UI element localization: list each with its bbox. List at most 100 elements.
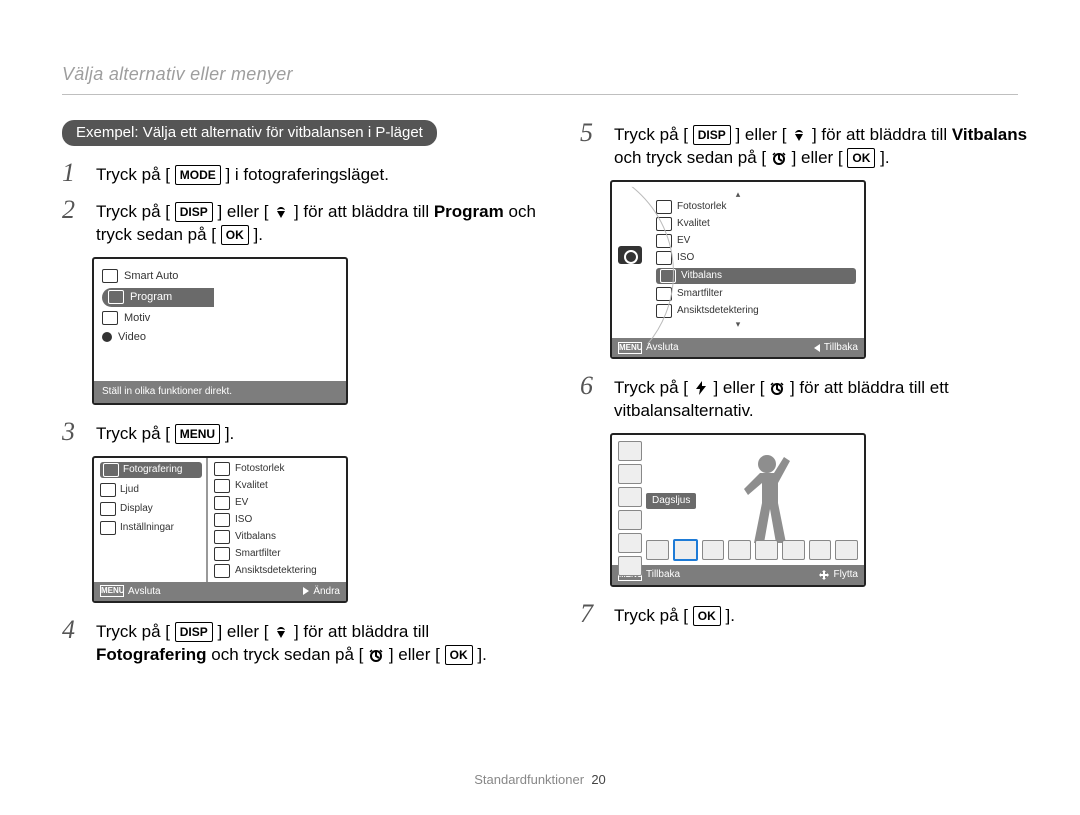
- sound-icon: [100, 483, 116, 497]
- side-cell: [618, 464, 642, 484]
- list-item: EV: [677, 234, 690, 248]
- footer-right: Flytta: [834, 568, 858, 582]
- list-item: Kvalitet: [677, 217, 710, 231]
- photosize-icon: [214, 462, 230, 476]
- step-7: 7 Tryck på [ OK ].: [580, 601, 1054, 628]
- wb-option: [728, 540, 751, 560]
- camera-icon: [103, 463, 119, 477]
- mode-item-selected: Program: [130, 290, 172, 305]
- wb-option: [755, 540, 778, 560]
- menu-button-label: MENU: [175, 424, 220, 444]
- side-cell: [618, 441, 642, 461]
- list-item: Smartfilter: [677, 287, 723, 301]
- step-number: 1: [62, 160, 90, 186]
- wb-option: [835, 540, 858, 560]
- step-text: ] eller [: [389, 645, 440, 664]
- mode-item: Motiv: [124, 311, 150, 326]
- iso-icon: [214, 513, 230, 527]
- ok-button-label: OK: [445, 645, 473, 665]
- footer-left: Avsluta: [646, 341, 679, 355]
- list-item: Ansiktsdetektering: [677, 304, 759, 318]
- header-rule: [62, 94, 1018, 95]
- wb-icon: [214, 530, 230, 544]
- side-cell: [618, 510, 642, 530]
- smartfilter-icon: [214, 547, 230, 561]
- step-number: 3: [62, 419, 90, 445]
- step-text: ] eller [: [792, 148, 843, 167]
- list-item: ISO: [677, 251, 694, 265]
- step-text: ] eller [: [735, 125, 786, 144]
- step-number: 6: [580, 373, 608, 399]
- step-text: ] i fotograferingsläget.: [225, 165, 388, 184]
- wb-option: [782, 540, 805, 560]
- side-cell: [618, 556, 642, 576]
- footer-section: Standardfunktioner: [474, 772, 584, 787]
- step-4: 4 Tryck på [ DISP ] eller [ ] för att bl…: [62, 617, 536, 667]
- step-text: ] eller [: [713, 378, 764, 397]
- program-icon: [108, 290, 124, 304]
- step-5: 5 Tryck på [ DISP ] eller [ ] för att bl…: [580, 120, 1054, 170]
- step-text: Tryck på [: [96, 622, 170, 641]
- menu-item: ISO: [235, 513, 252, 527]
- step-number: 2: [62, 197, 90, 223]
- disp-button-label: DISP: [175, 202, 213, 222]
- step-text: ] för att bläddra till: [294, 622, 429, 641]
- step-text: ].: [477, 645, 486, 664]
- left-arrow-icon: [814, 344, 820, 352]
- step-2: 2 Tryck på [ DISP ] eller [ ] för att bl…: [62, 197, 536, 247]
- ok-button-label: OK: [847, 148, 875, 168]
- menu-badge-icon: MENU: [100, 585, 124, 597]
- wb-option-selected: [673, 539, 698, 561]
- person-silhouette-icon: [722, 443, 812, 553]
- right-arrow-icon: [303, 587, 309, 595]
- mode-item: Smart Auto: [124, 269, 178, 284]
- flash-icon: [693, 381, 709, 395]
- ok-button-label: OK: [693, 606, 721, 626]
- step-target: Program: [434, 202, 504, 221]
- menu-item: Vitbalans: [235, 530, 276, 544]
- page-section-title: Välja alternativ eller menyer: [62, 62, 1018, 86]
- ok-button-label: OK: [221, 225, 249, 245]
- camera-icon: [618, 246, 642, 264]
- settings-icon: [100, 521, 116, 535]
- self-timer-icon: [769, 381, 785, 395]
- step-target: Vitbalans: [952, 125, 1027, 144]
- footer-left: Tillbaka: [646, 568, 680, 582]
- step-text: Tryck på [: [96, 202, 170, 221]
- macro-down-icon: [273, 625, 289, 639]
- step-text: ] för att bläddra till: [812, 125, 952, 144]
- self-timer-icon: [368, 648, 384, 662]
- move-icon: [818, 570, 830, 580]
- menu-item: EV: [235, 496, 248, 510]
- side-cell: [618, 487, 642, 507]
- mode-button-label: MODE: [175, 165, 221, 185]
- screenshot-wb-list: ▴ Fotostorlek Kvalitet EV ISO Vitbalans …: [610, 180, 866, 360]
- step-number: 5: [580, 120, 608, 146]
- step-number: 4: [62, 617, 90, 643]
- quality-icon: [214, 479, 230, 493]
- step-text: ].: [225, 424, 234, 443]
- step-text: och tryck sedan på [: [614, 148, 766, 167]
- menu-item: Ansiktsdetektering: [235, 564, 317, 578]
- step-text: ].: [725, 606, 734, 625]
- menu-tab: Ljud: [120, 483, 139, 497]
- step-text: ].: [880, 148, 889, 167]
- screenshot-menu: Fotografering Ljud Display Inställningar…: [92, 456, 348, 604]
- list-item-selected: Vitbalans: [681, 269, 722, 283]
- step-6: 6 Tryck på [ ] eller [ ] för att bläddra…: [580, 373, 1054, 423]
- wb-option: [809, 540, 832, 560]
- menu-tab: Display: [120, 502, 153, 516]
- footer-right: Ändra: [313, 585, 340, 599]
- step-target: Fotografering: [96, 645, 207, 664]
- page-number: 20: [591, 772, 605, 787]
- footer-left: Avsluta: [128, 585, 161, 599]
- step-text: och tryck sedan på [: [211, 645, 363, 664]
- menu-item: Fotostorlek: [235, 462, 284, 476]
- wb-option: [646, 540, 669, 560]
- menu-tab: Inställningar: [120, 521, 174, 535]
- step-text: ] för att bläddra till: [294, 202, 434, 221]
- screenshot-footer: Ställ in olika funktioner direkt.: [94, 381, 346, 403]
- chevron-up-icon: ▴: [620, 188, 856, 200]
- example-pill: Exempel: Välja ett alternativ för vitbal…: [62, 120, 437, 146]
- step-text: Tryck på [: [614, 125, 688, 144]
